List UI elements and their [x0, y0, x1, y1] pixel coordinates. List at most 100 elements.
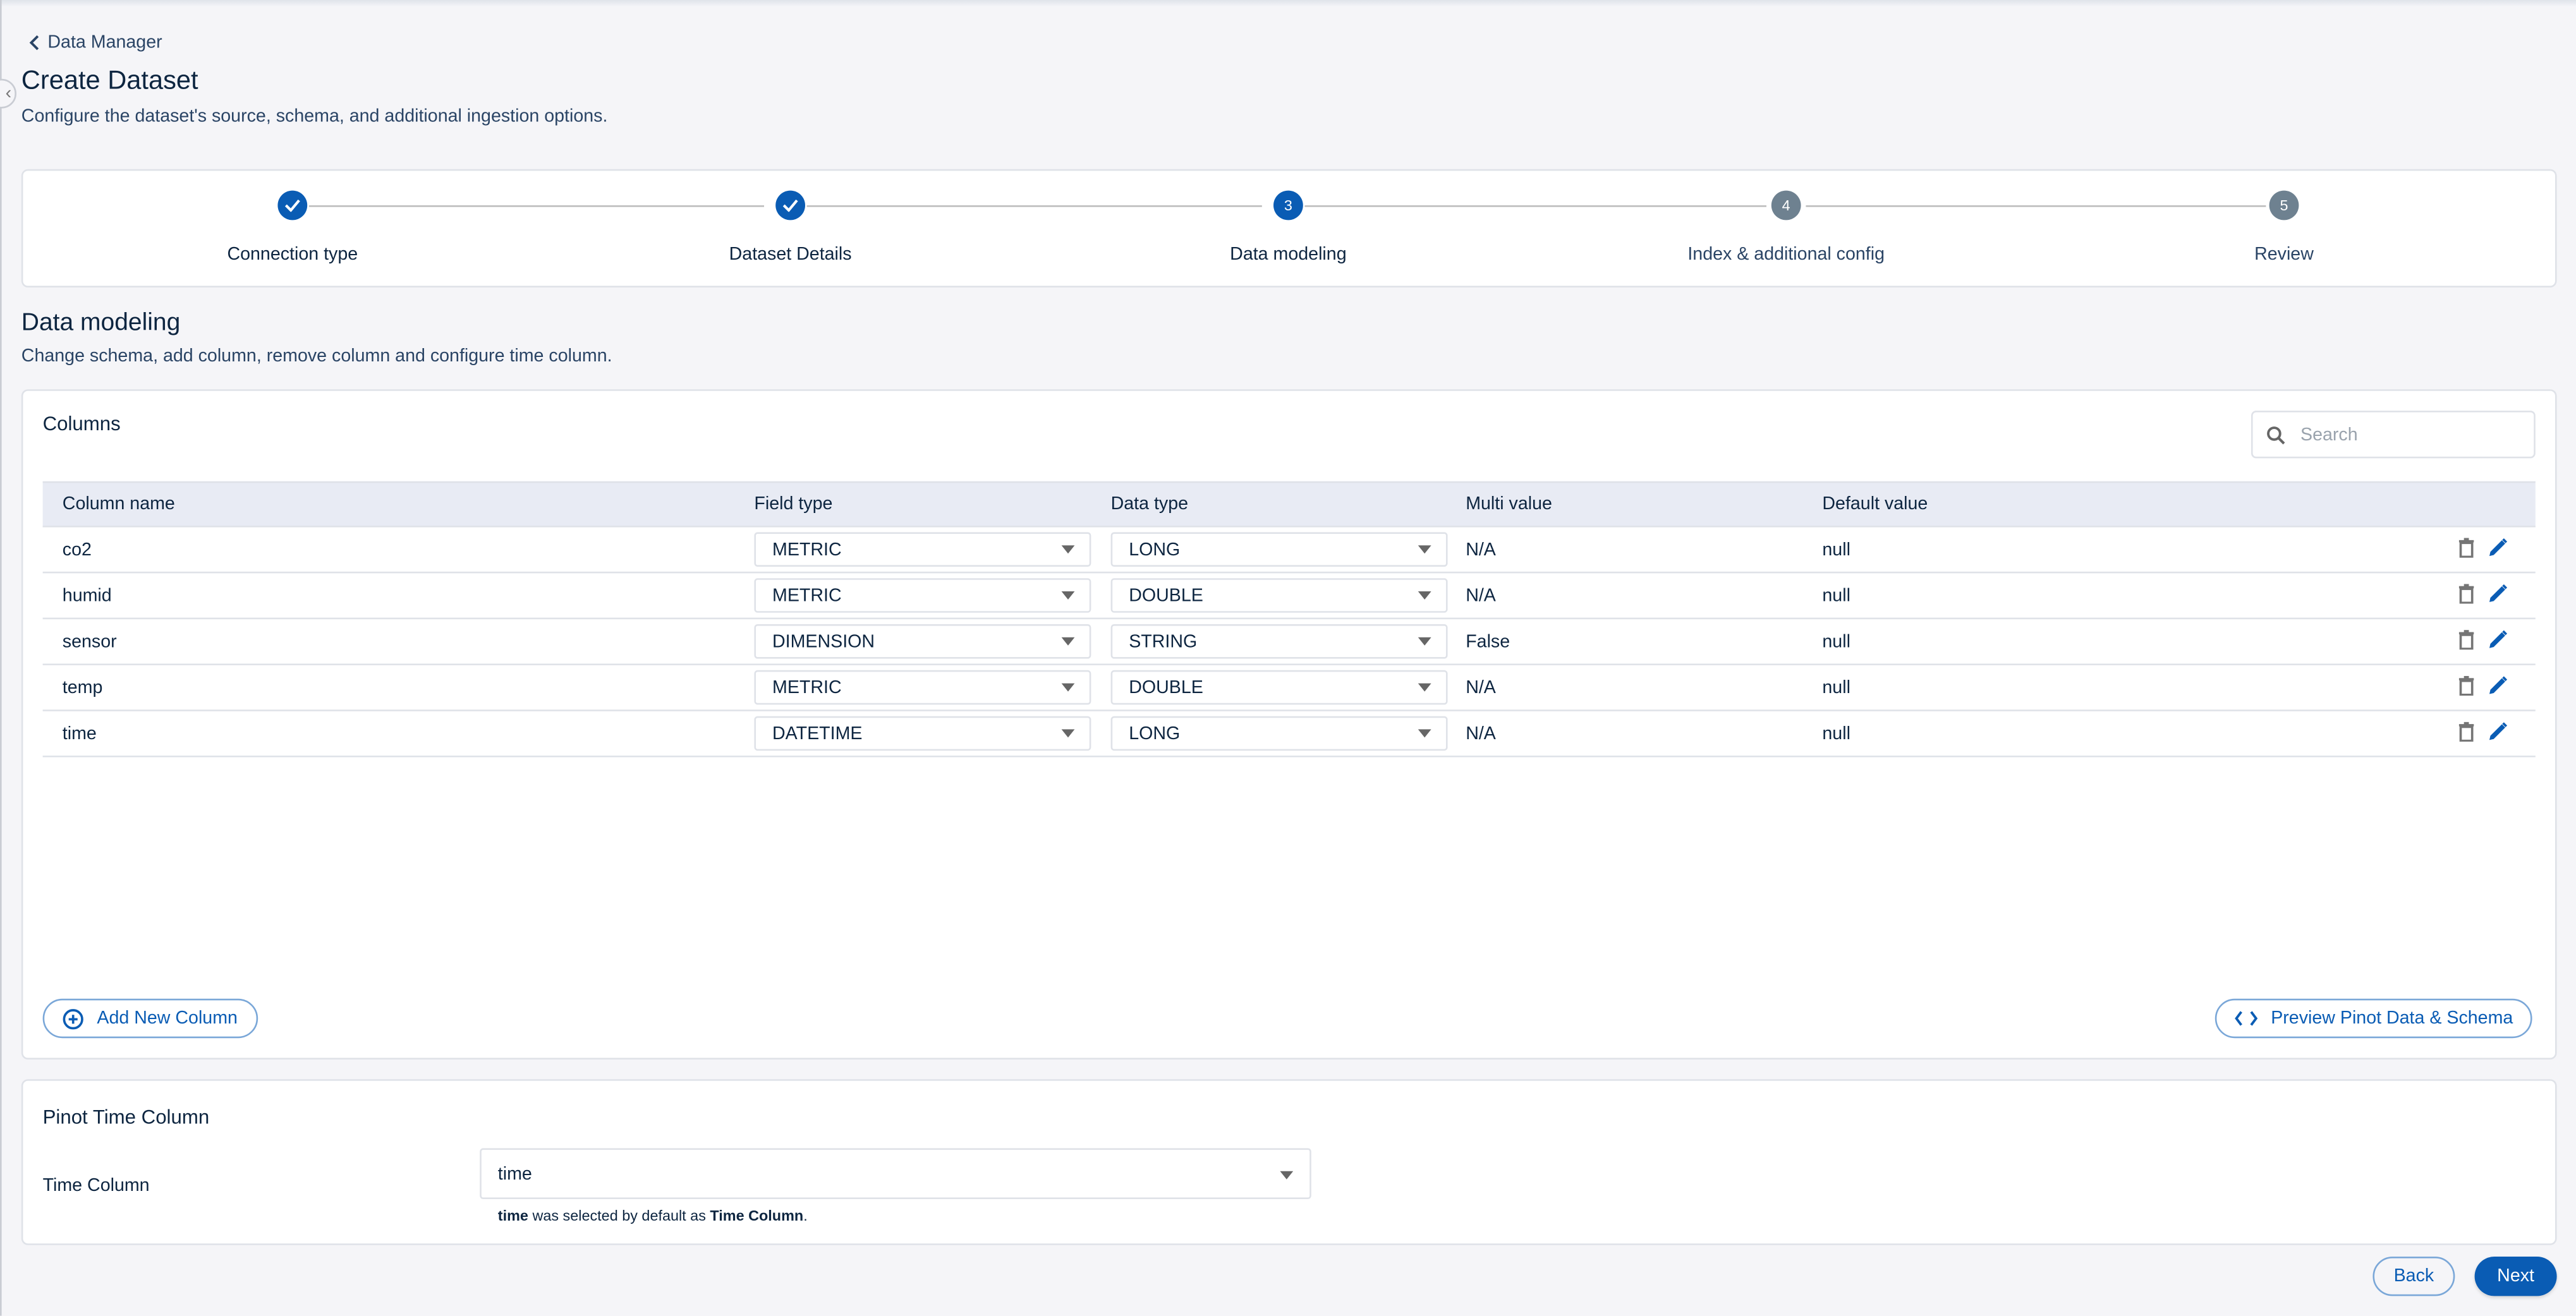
header-column-name[interactable]: Column name — [63, 495, 175, 514]
field-type-value: DATETIME — [772, 723, 863, 744]
header-default-value[interactable]: Default value — [1822, 495, 1928, 514]
step-label: Connection type — [227, 244, 358, 265]
multi-value-cell: False — [1466, 631, 1510, 651]
caret-down-icon — [1418, 545, 1431, 554]
edit-icon[interactable] — [2488, 629, 2508, 654]
columns-title: Columns — [42, 412, 121, 435]
time-column-hint: time was selected by default as Time Col… — [498, 1207, 808, 1224]
data-type-value: DOUBLE — [1129, 677, 1203, 697]
add-new-column-button[interactable]: Add New Column — [42, 998, 258, 1039]
sidebar-edge — [0, 0, 2, 1316]
multi-value-cell: N/A — [1466, 585, 1496, 606]
caret-down-icon — [1061, 729, 1075, 738]
pinot-time-column-card: Pinot Time Column Time Column time time … — [21, 1079, 2557, 1245]
multi-value-cell: N/A — [1466, 540, 1496, 560]
edit-icon[interactable] — [2488, 537, 2508, 562]
step-number: 4 — [1771, 190, 1801, 220]
delete-icon[interactable] — [2458, 675, 2475, 700]
step-number: 3 — [1273, 190, 1303, 220]
page-title: Create Dataset — [21, 67, 198, 95]
delete-icon[interactable] — [2458, 721, 2475, 746]
table-row: time DATETIME LONG N/A null — [42, 711, 2536, 758]
field-type-select[interactable]: METRIC — [754, 670, 1091, 705]
step-number: 5 — [2269, 190, 2299, 220]
data-type-select[interactable]: LONG — [1110, 716, 1448, 751]
default-value-cell: null — [1822, 540, 1850, 560]
search-input[interactable] — [2297, 423, 2518, 446]
step-connection-type[interactable]: Connection type — [161, 190, 424, 265]
multi-value-cell: N/A — [1466, 677, 1496, 697]
table-row: temp METRIC DOUBLE N/A null — [42, 665, 2536, 711]
field-type-value: METRIC — [772, 585, 842, 606]
time-column-select[interactable]: time — [480, 1148, 1311, 1199]
field-type-value: METRIC — [772, 540, 842, 560]
search-icon — [2267, 425, 2285, 444]
field-type-select[interactable]: DATETIME — [754, 716, 1091, 751]
field-type-select[interactable]: DIMENSION — [754, 624, 1091, 659]
column-name-cell: temp — [62, 677, 103, 697]
step-label: Index & additional config — [1687, 244, 1885, 265]
preview-pinot-data-button[interactable]: Preview Pinot Data & Schema — [2215, 998, 2533, 1039]
header-field-type[interactable]: Field type — [754, 495, 832, 514]
caret-down-icon — [1418, 637, 1431, 646]
edit-icon[interactable] — [2488, 675, 2508, 700]
hint-end: . — [803, 1207, 808, 1224]
time-column-value: time — [497, 1164, 532, 1184]
step-index-config[interactable]: 4 Index & additional config — [1655, 190, 1917, 265]
caret-down-icon — [1418, 591, 1431, 600]
header-multi-value[interactable]: Multi value — [1466, 495, 1552, 514]
data-type-select[interactable]: DOUBLE — [1110, 670, 1448, 705]
table-header: Column name Field type Data type Multi v… — [42, 481, 2536, 528]
collapse-sidebar-button[interactable]: ‹ — [0, 78, 16, 109]
column-name-cell: humid — [62, 585, 112, 606]
data-type-select[interactable]: DOUBLE — [1110, 578, 1448, 613]
field-type-value: METRIC — [772, 677, 842, 697]
caret-down-icon — [1061, 683, 1075, 692]
step-review[interactable]: 5 Review — [2153, 190, 2415, 265]
delete-icon[interactable] — [2458, 583, 2475, 608]
edit-icon[interactable] — [2488, 721, 2508, 746]
field-type-select[interactable]: METRIC — [754, 578, 1091, 613]
add-new-column-label: Add New Column — [97, 1008, 238, 1029]
step-label: Data modeling — [1230, 244, 1347, 265]
page-root: ‹ Data Manager Create Dataset Configure … — [0, 0, 2576, 1316]
header-data-type[interactable]: Data type — [1111, 495, 1188, 514]
caret-down-icon — [1061, 637, 1075, 646]
search-box[interactable] — [2251, 411, 2536, 459]
data-type-value: DOUBLE — [1129, 585, 1203, 606]
step-label: Dataset Details — [729, 244, 852, 265]
caret-down-icon — [1061, 545, 1075, 554]
back-button[interactable]: Back — [2372, 1256, 2455, 1296]
check-icon — [775, 190, 805, 220]
data-type-select[interactable]: LONG — [1110, 532, 1448, 567]
breadcrumb-back-link[interactable]: Data Manager — [28, 33, 162, 52]
step-label: Review — [2254, 244, 2314, 265]
plus-circle-icon — [63, 1008, 83, 1029]
check-icon — [277, 190, 308, 220]
section-subtitle: Change schema, add column, remove column… — [21, 346, 612, 366]
step-dataset-details[interactable]: Dataset Details — [659, 190, 922, 265]
multi-value-cell: N/A — [1466, 723, 1496, 744]
column-name-cell: co2 — [62, 540, 92, 560]
delete-icon[interactable] — [2458, 629, 2475, 654]
default-value-cell: null — [1822, 723, 1850, 744]
column-name-cell: sensor — [62, 631, 117, 651]
table-row: humid METRIC DOUBLE N/A null — [42, 573, 2536, 620]
next-button[interactable]: Next — [2474, 1256, 2557, 1296]
data-type-select[interactable]: STRING — [1110, 624, 1448, 659]
chevron-left-icon — [29, 35, 39, 51]
step-data-modeling[interactable]: 3 Data modeling — [1157, 190, 1419, 265]
caret-down-icon — [1418, 683, 1431, 692]
top-shadow — [0, 0, 2576, 7]
time-column-title: Pinot Time Column — [42, 1105, 210, 1129]
data-type-value: STRING — [1129, 631, 1198, 651]
hint-target: Time Column — [710, 1207, 804, 1224]
table-row: sensor DIMENSION STRING False null — [42, 619, 2536, 665]
stepper: Connection type Dataset Details 3 Data m… — [21, 169, 2557, 287]
chevron-left-icon: ‹ — [5, 83, 12, 104]
field-type-select[interactable]: METRIC — [754, 532, 1091, 567]
column-name-cell: time — [62, 723, 97, 744]
edit-icon[interactable] — [2488, 583, 2508, 608]
caret-down-icon — [1418, 729, 1431, 738]
delete-icon[interactable] — [2458, 537, 2475, 562]
